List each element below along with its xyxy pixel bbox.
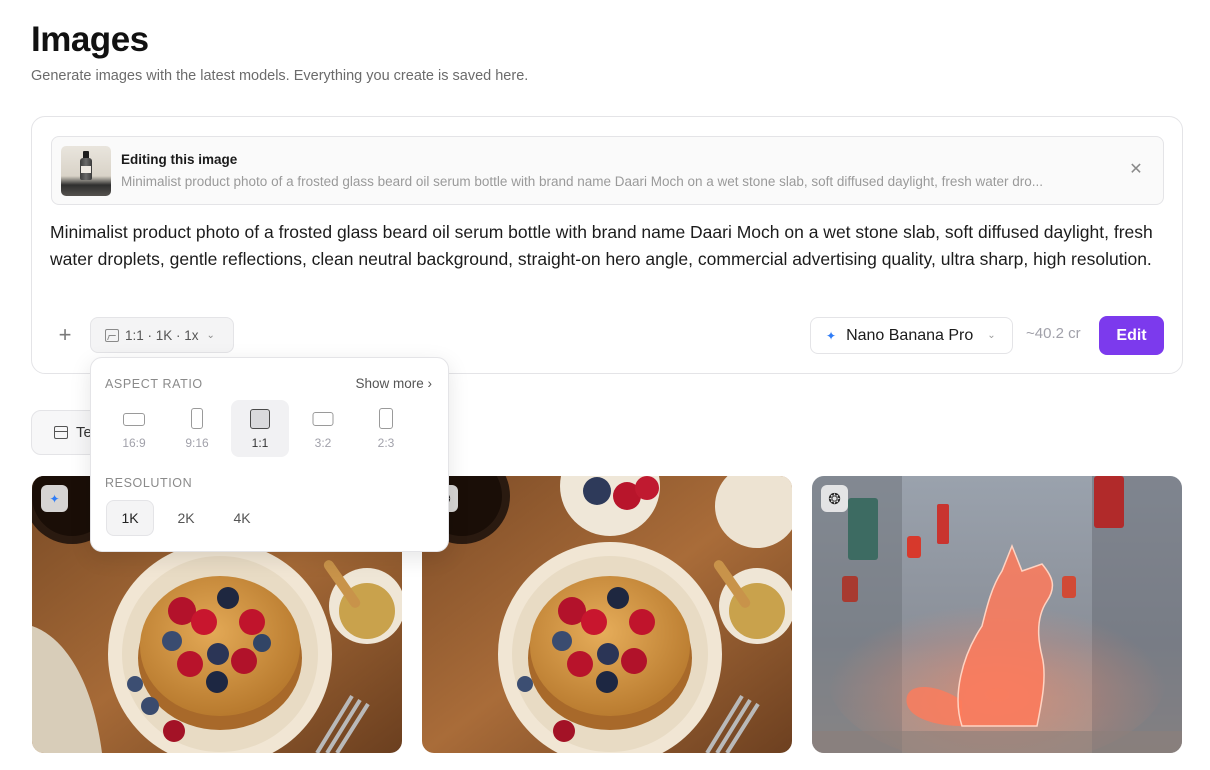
ratio-shape-icon (379, 408, 393, 429)
model-select-button[interactable]: ✦ Nano Banana Pro ⌄ (810, 317, 1013, 354)
chevron-down-icon: ⌄ (206, 329, 215, 341)
aspect-ratio-1-1[interactable]: 1:1 (231, 400, 289, 457)
page-subtitle: Generate images with the latest models. … (31, 68, 529, 84)
editing-description: Minimalist product photo of a frosted gl… (121, 174, 1043, 189)
ratio-shape-icon (123, 413, 145, 426)
image-settings-dropdown: ASPECT RATIO Show more › 16:9 9:16 1:1 3… (90, 357, 449, 552)
editing-heading: Editing this image (121, 152, 238, 167)
image-icon (105, 328, 119, 342)
aspect-ratio-3-2[interactable]: 3:2 (294, 400, 352, 457)
sparkle-icon: ✦ (41, 485, 68, 512)
chevron-down-icon: ⌄ (987, 330, 996, 341)
ratio-shape-icon (250, 409, 270, 429)
aspect-ratio-2-3[interactable]: 2:3 (357, 400, 415, 457)
aspect-ratio-label: 1:1 (251, 436, 269, 450)
gallery-image-card[interactable]: ❂ (812, 476, 1182, 753)
image-settings-button[interactable]: 1:1 · 1K · 1x ⌄ (90, 317, 234, 353)
resolution-2k[interactable]: 2K (162, 500, 210, 536)
ratio-shape-icon (191, 408, 203, 429)
add-button[interactable]: + (54, 322, 76, 348)
aspect-ratio-label: 3:2 (314, 436, 332, 450)
aspect-ratio-9-16[interactable]: 9:16 (168, 400, 226, 457)
resolution-heading: RESOLUTION (105, 476, 193, 490)
settings-label: 1:1 · 1K · 1x (125, 327, 199, 343)
gallery-image-card[interactable]: ❂ (422, 476, 792, 753)
aspect-ratio-heading: ASPECT RATIO (105, 377, 203, 391)
resolution-1k[interactable]: 1K (106, 500, 154, 536)
show-more-link[interactable]: Show more › (355, 376, 432, 391)
layout-icon (54, 426, 68, 439)
ratio-shape-icon (312, 412, 334, 426)
prompt-input[interactable]: Minimalist product photo of a frosted gl… (50, 219, 1170, 273)
page-title: Images (31, 20, 149, 59)
aspect-ratio-16-9[interactable]: 16:9 (105, 400, 163, 457)
editing-thumbnail (61, 146, 111, 196)
aspect-ratio-label: 9:16 (185, 436, 209, 450)
aspect-ratio-label: 16:9 (122, 436, 146, 450)
close-icon[interactable]: ✕ (1127, 161, 1145, 179)
cost-label: ~40.2 cr (1026, 325, 1081, 342)
openai-icon: ❂ (821, 485, 848, 512)
edit-button[interactable]: Edit (1099, 316, 1164, 355)
prompt-composer: Editing this image Minimalist product ph… (31, 116, 1183, 374)
pancakes-image (422, 476, 792, 753)
neon-fox-image (812, 476, 1182, 753)
resolution-4k[interactable]: 4K (218, 500, 266, 536)
editing-banner: Editing this image Minimalist product ph… (51, 136, 1164, 205)
model-label: Nano Banana Pro (846, 326, 974, 344)
aspect-ratio-label: 2:3 (377, 436, 395, 450)
sparkle-icon: ✦ (826, 328, 837, 343)
